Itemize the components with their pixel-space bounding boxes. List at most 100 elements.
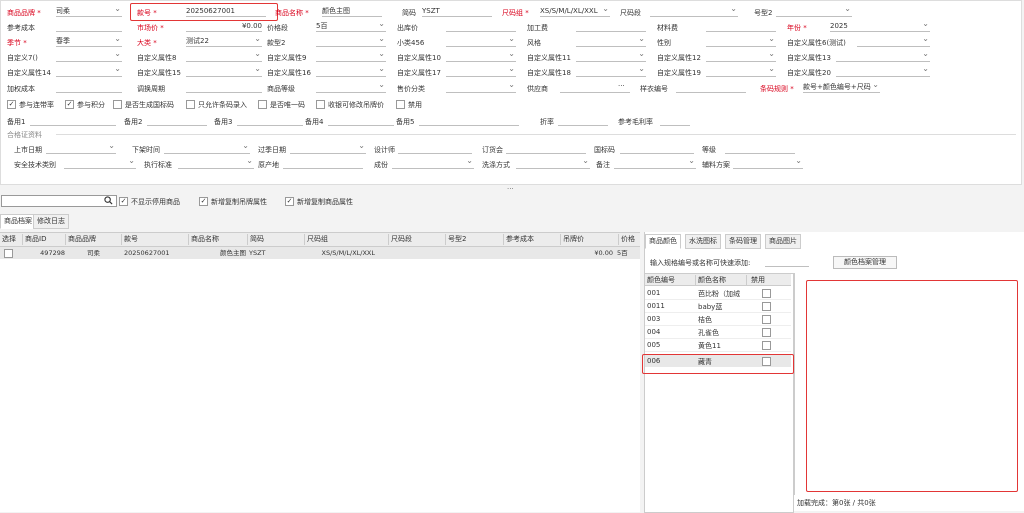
size-range-select[interactable] bbox=[650, 7, 738, 17]
price-range-select[interactable]: 5百 bbox=[316, 22, 386, 32]
gb-code-field-input[interactable] bbox=[620, 144, 694, 154]
color-disabled-checkbox[interactable] bbox=[762, 328, 771, 337]
swap-cycle-input[interactable] bbox=[186, 83, 262, 93]
custom10-select[interactable] bbox=[446, 52, 516, 62]
image-drop-area[interactable] bbox=[806, 280, 1018, 492]
col-color-name[interactable]: 颜色名称 bbox=[698, 275, 747, 285]
checkbox-copy-tag[interactable]: ✓ bbox=[199, 197, 208, 206]
sample-no-input[interactable] bbox=[676, 83, 746, 93]
custom15-select[interactable] bbox=[186, 67, 262, 77]
custom18-select[interactable] bbox=[576, 67, 646, 77]
weighted-cost-input[interactable] bbox=[56, 83, 122, 93]
season-select[interactable]: 春季 bbox=[56, 37, 122, 47]
composition-select[interactable] bbox=[392, 159, 474, 169]
row-checkbox[interactable] bbox=[4, 249, 13, 258]
checkbox-gb-code[interactable] bbox=[113, 100, 122, 109]
checkbox-barcode-only[interactable] bbox=[186, 100, 195, 109]
short-code-input[interactable]: YSZT bbox=[422, 7, 492, 17]
expiry-input[interactable] bbox=[290, 144, 366, 154]
checkbox-join-rate[interactable]: ✓ bbox=[7, 100, 16, 109]
subcat-select[interactable] bbox=[446, 37, 516, 47]
style-select[interactable] bbox=[576, 37, 646, 47]
col-size-range[interactable]: 尺码段 bbox=[389, 234, 446, 245]
custom8-select[interactable] bbox=[186, 52, 262, 62]
gender-select[interactable] bbox=[706, 37, 776, 47]
tab-change-log[interactable]: 修改日志 bbox=[33, 214, 69, 229]
name-input[interactable]: 颜色主图 bbox=[322, 7, 382, 17]
col-brand[interactable]: 商品品牌 bbox=[66, 234, 122, 245]
tab-goods-image[interactable]: 商品图片 bbox=[765, 234, 801, 249]
col-disabled[interactable]: 禁用 bbox=[751, 275, 765, 285]
note3-input[interactable] bbox=[237, 116, 303, 126]
tab-goods-color[interactable]: 商品颜色 bbox=[645, 234, 681, 249]
custom19-select[interactable] bbox=[706, 67, 776, 77]
custom13-select[interactable] bbox=[836, 52, 930, 62]
custom7-select[interactable] bbox=[56, 52, 122, 62]
custom16-select[interactable] bbox=[316, 67, 386, 77]
color-disabled-checkbox[interactable] bbox=[762, 289, 771, 298]
col-name[interactable]: 商品名称 bbox=[189, 234, 248, 245]
col-size-group[interactable]: 尺码组 bbox=[305, 234, 389, 245]
brand-select[interactable]: 司柔 bbox=[56, 7, 122, 17]
search-icon[interactable] bbox=[104, 196, 113, 205]
wash-select[interactable] bbox=[516, 159, 590, 169]
quick-add-input[interactable] bbox=[765, 257, 809, 267]
custom6-select[interactable] bbox=[857, 37, 930, 47]
checkbox-copy-goods[interactable]: ✓ bbox=[285, 197, 294, 206]
note5-input[interactable] bbox=[419, 116, 519, 126]
col-select[interactable]: 选择 bbox=[0, 234, 23, 245]
year-select[interactable]: 2025 bbox=[830, 22, 930, 32]
price-class-select[interactable] bbox=[446, 83, 516, 93]
safety-select[interactable] bbox=[64, 159, 136, 169]
offshelf-input[interactable] bbox=[164, 144, 250, 154]
supplier-more-icon[interactable]: ··· bbox=[618, 82, 625, 90]
launch-date-input[interactable] bbox=[46, 144, 116, 154]
gross-margin-input[interactable] bbox=[660, 116, 690, 126]
custom14-select[interactable] bbox=[56, 67, 122, 77]
type-select[interactable] bbox=[316, 37, 386, 47]
out-price-input[interactable] bbox=[446, 22, 516, 32]
color-archive-button[interactable]: 颜色档案管理 bbox=[833, 256, 897, 269]
model-select[interactable] bbox=[776, 7, 852, 17]
checkbox-hide-disabled[interactable]: ✓ bbox=[119, 197, 128, 206]
col-short-code[interactable]: 简码 bbox=[248, 234, 305, 245]
col-color-code[interactable]: 颜色编号 bbox=[647, 275, 696, 285]
order-fair-input[interactable] bbox=[506, 144, 586, 154]
custom9-select[interactable] bbox=[316, 52, 386, 62]
grade-select[interactable] bbox=[316, 83, 386, 93]
checkbox-unique-code[interactable] bbox=[258, 100, 267, 109]
remark-select[interactable] bbox=[614, 159, 696, 169]
category-select[interactable]: 测试22 bbox=[186, 37, 262, 47]
origin-input[interactable] bbox=[283, 159, 363, 169]
accessories-select[interactable] bbox=[733, 159, 803, 169]
size-group-select[interactable]: XS/S/M/L/XL/XXL bbox=[540, 7, 610, 17]
barcode-rule-select[interactable]: 款号+颜色编号+尺码 bbox=[803, 83, 880, 93]
standard-select[interactable] bbox=[178, 159, 254, 169]
col-id[interactable]: 商品ID bbox=[23, 234, 66, 245]
custom17-select[interactable] bbox=[446, 67, 516, 77]
col-price[interactable]: 价格 bbox=[619, 234, 640, 245]
note2-input[interactable] bbox=[147, 116, 207, 126]
note4-input[interactable] bbox=[328, 116, 394, 126]
tab-goods-archive[interactable]: 商品档案 bbox=[0, 214, 36, 229]
tab-wash-icon[interactable]: 水洗图标 bbox=[685, 234, 721, 249]
col-model[interactable]: 号型2 bbox=[446, 234, 504, 245]
process-fee-input[interactable] bbox=[576, 22, 646, 32]
col-tag-price[interactable]: 吊牌价 bbox=[561, 234, 619, 245]
checkbox-edit-tag-price[interactable] bbox=[316, 100, 325, 109]
custom12-select[interactable] bbox=[706, 52, 776, 62]
checkbox-disabled[interactable] bbox=[396, 100, 405, 109]
cost-input[interactable] bbox=[56, 22, 122, 32]
discount-input[interactable] bbox=[558, 116, 608, 126]
search-input[interactable] bbox=[1, 195, 117, 207]
custom11-select[interactable] bbox=[576, 52, 646, 62]
level-input[interactable] bbox=[725, 144, 795, 154]
col-cost[interactable]: 参考成本 bbox=[504, 234, 561, 245]
custom20-select[interactable] bbox=[836, 67, 930, 77]
color-disabled-checkbox[interactable] bbox=[762, 302, 771, 311]
splitter-handle[interactable]: ··· bbox=[507, 185, 514, 193]
color-disabled-checkbox[interactable] bbox=[762, 341, 771, 350]
checkbox-points[interactable]: ✓ bbox=[65, 100, 74, 109]
color-disabled-checkbox[interactable] bbox=[762, 315, 771, 324]
material-fee-input[interactable] bbox=[706, 22, 776, 32]
